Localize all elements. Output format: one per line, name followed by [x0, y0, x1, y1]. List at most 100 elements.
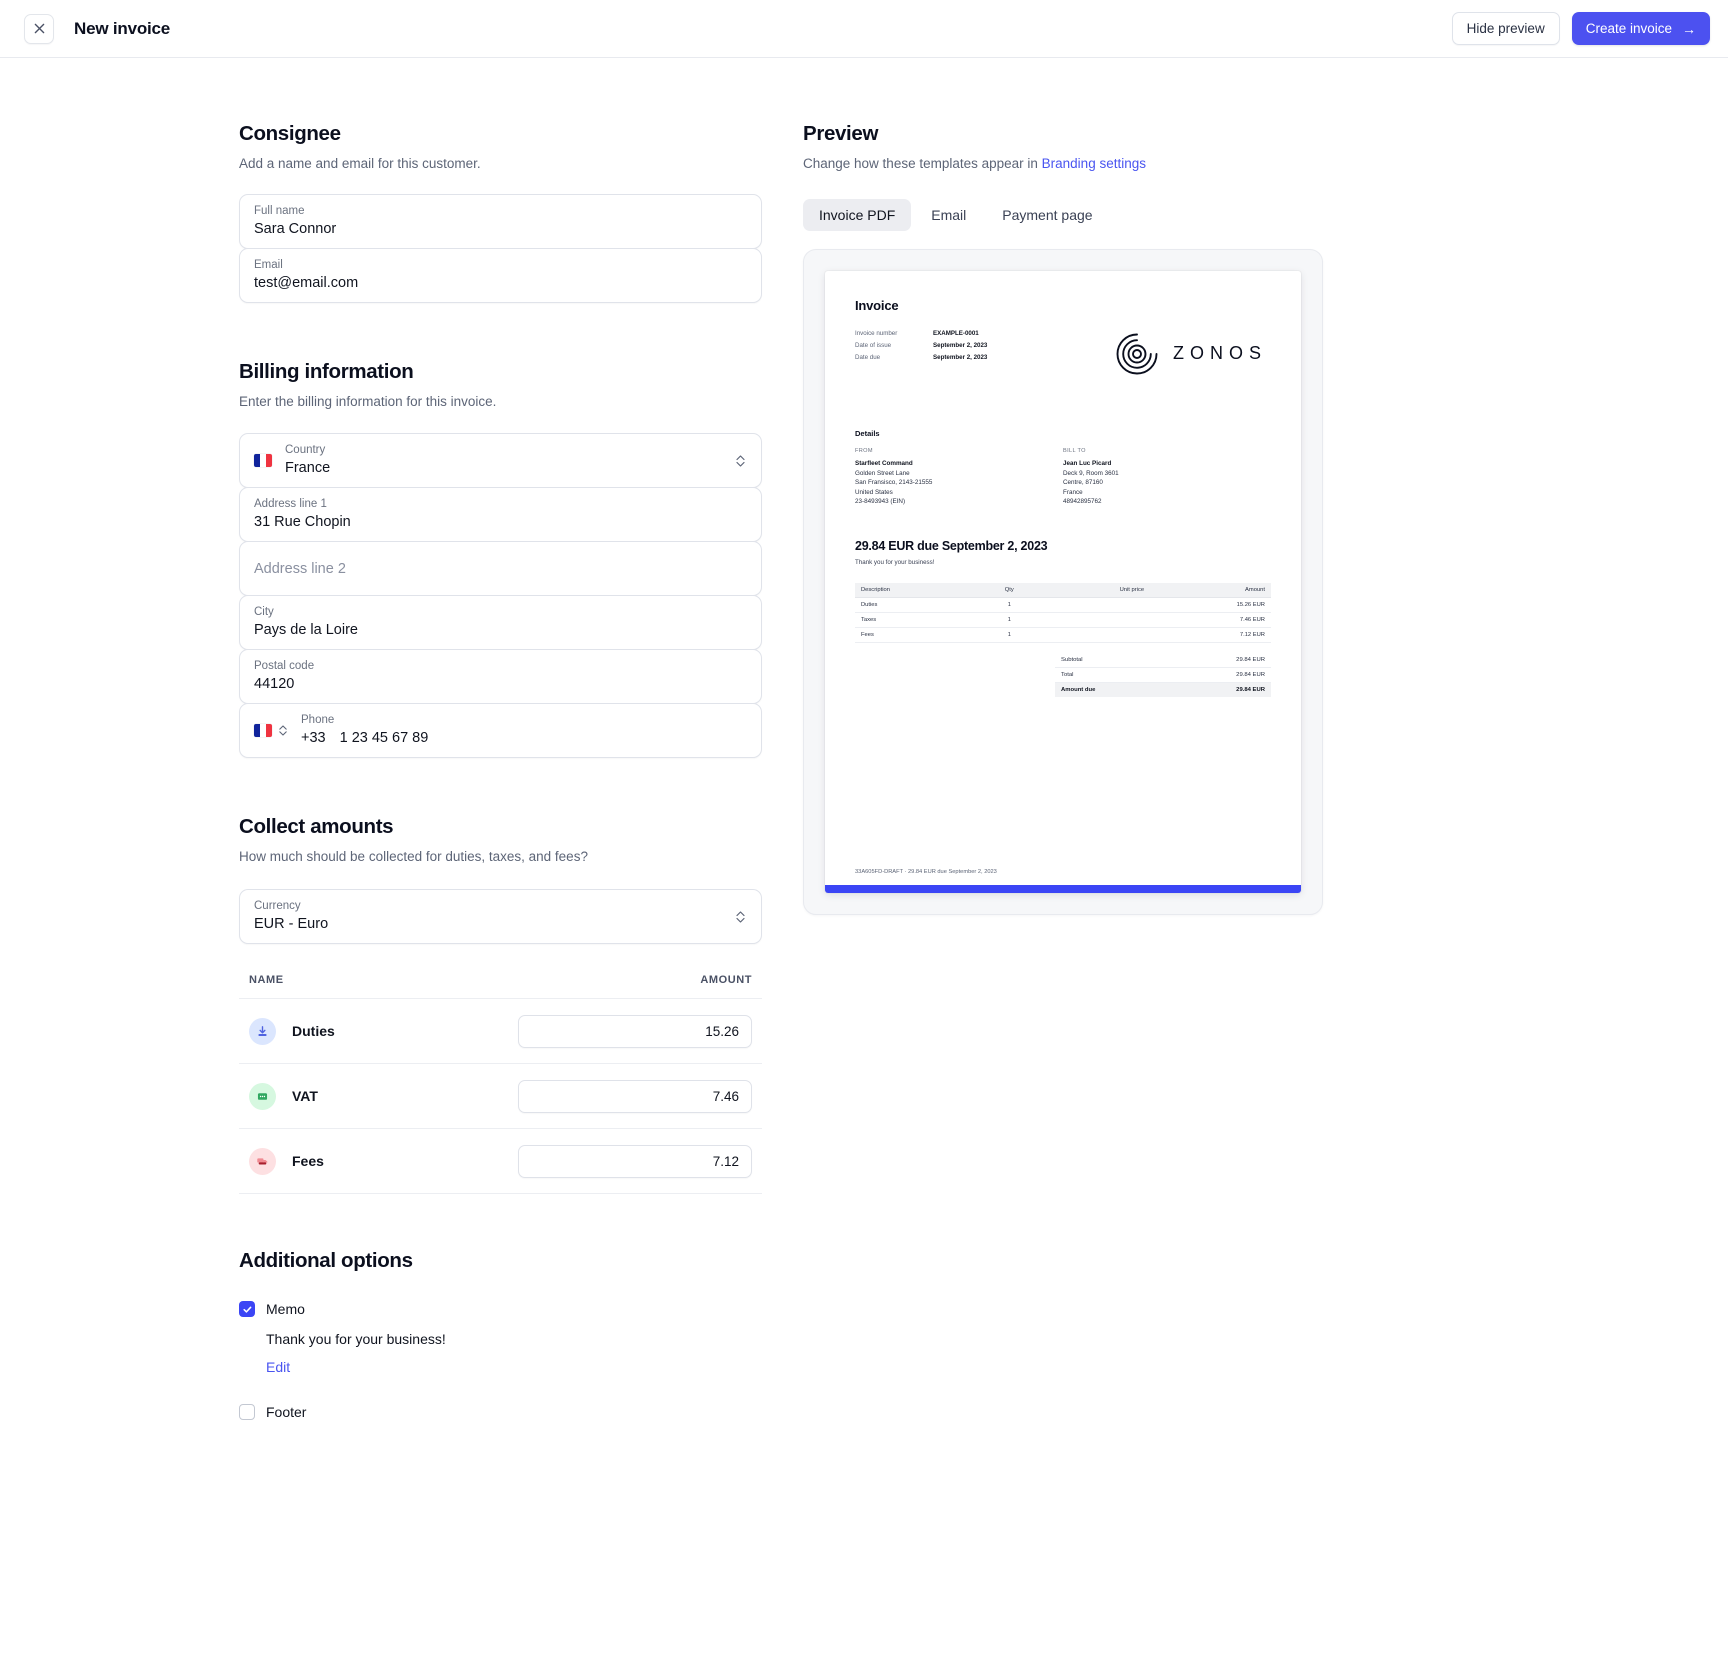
fr-flag-icon [254, 724, 272, 737]
vat-amount-value: 7.46 [712, 1088, 739, 1104]
from-line: San Fransisco, 2143-21555 [855, 479, 933, 486]
date-due-label: Date due [855, 354, 881, 361]
collect-amounts-subtitle: How much should be collected for duties,… [239, 849, 588, 864]
bill-to-header: BILL TO [1063, 448, 1086, 454]
country-select[interactable]: Country France [239, 433, 762, 488]
date-due-value: September 2, 2023 [933, 354, 988, 361]
preview-subtitle: Change how these templates appear in Bra… [803, 156, 1363, 171]
date-of-issue-label: Date of issue [855, 342, 892, 349]
invoice-heading: Invoice [855, 298, 899, 313]
preview-subtitle-text: Change how these templates appear in [803, 156, 1042, 171]
branding-settings-link[interactable]: Branding settings [1042, 156, 1146, 171]
preview-frame: Invoice Invoice number EXAMPLE-0001 Date… [803, 249, 1323, 915]
invoice-totals: Subtotal 29.84 EUR Total 29.84 EUR Amoun… [1055, 653, 1271, 697]
create-invoice-button[interactable]: Create invoice → [1571, 12, 1710, 45]
memo-option: Memo Thank you for your business! Edit [239, 1301, 762, 1377]
vat-amount-input[interactable]: 7.46 [518, 1079, 752, 1113]
col-description: Description [855, 582, 978, 598]
duties-amount-value: 15.26 [705, 1023, 739, 1039]
total-value: 29.84 EUR [1236, 671, 1265, 678]
amounts-table-header: NAME AMOUNT [239, 974, 762, 999]
fees-amount-value: 7.12 [712, 1153, 739, 1169]
cell-unit-price [1040, 612, 1151, 628]
truck-icon [249, 1147, 276, 1175]
row-name: VAT [292, 1088, 318, 1104]
preview-title: Preview [803, 122, 879, 145]
tab-invoice-pdf[interactable]: Invoice PDF [803, 199, 912, 231]
consignee-subtitle: Add a name and email for this customer. [239, 156, 481, 171]
consignee-fields: Full name Sara Connor Email test@email.c… [239, 194, 762, 303]
tab-payment-page[interactable]: Payment page [986, 199, 1108, 231]
from-header: FROM [855, 448, 873, 454]
table-row: VAT 7.46 [239, 1064, 762, 1129]
phone-field[interactable]: Phone +33 1 23 45 67 89 [239, 703, 762, 758]
table-row: Fees 7.12 [239, 1129, 762, 1194]
row-name: Fees [292, 1153, 324, 1169]
city-field[interactable]: City Pays de la Loire [239, 595, 762, 650]
preview-panel: Preview Change how these templates appea… [803, 122, 1363, 1420]
cell-amount: 7.46 EUR [1150, 612, 1271, 628]
memo-edit-link[interactable]: Edit [266, 1359, 290, 1375]
invoice-line-items-table: Description Qty Unit price Amount Duties… [855, 582, 1271, 643]
invoice-parties: FROM Starfleet Command Golden Street Lan… [855, 448, 1271, 507]
additional-options-title: Additional options [239, 1249, 413, 1272]
full-name-label: Full name [254, 205, 305, 217]
amount-due-row: Amount due 29.84 EUR [1055, 682, 1271, 697]
zonos-spiral-icon [1116, 333, 1158, 375]
footer-checkbox[interactable] [239, 1404, 255, 1420]
address-line-2-field[interactable]: Address line 2 [239, 541, 762, 596]
column-header-amount: AMOUNT [700, 974, 752, 986]
invoice-table-row: Duties 1 15.26 EUR [855, 597, 1271, 613]
memo-label: Memo [266, 1301, 305, 1317]
invoice-number-value: EXAMPLE-0001 [933, 330, 979, 337]
phone-label: Phone [301, 714, 335, 726]
memo-checkbox[interactable] [239, 1301, 255, 1317]
receipt-icon [249, 1082, 276, 1110]
currency-label: Currency [254, 900, 301, 912]
fr-flag-icon [254, 454, 272, 467]
cell-qty: 1 [977, 612, 1041, 628]
col-qty: Qty [977, 582, 1041, 598]
duties-amount-input[interactable]: 15.26 [518, 1014, 752, 1048]
page-body: Consignee Add a name and email for this … [0, 58, 1728, 1420]
email-field[interactable]: Email test@email.com [239, 248, 762, 303]
chevron-updown-icon [733, 453, 747, 469]
billing-section: Billing information Enter the billing in… [239, 360, 762, 758]
cell-amount: 7.12 EUR [1150, 627, 1271, 643]
bill-to-line: 48942895762 [1063, 498, 1102, 505]
bill-to-line: France [1063, 488, 1083, 496]
close-button[interactable] [24, 13, 54, 44]
tab-email[interactable]: Email [915, 199, 982, 231]
city-label: City [254, 606, 274, 618]
phone-prefix: +33 [301, 730, 326, 746]
billing-subtitle: Enter the billing information for this i… [239, 394, 497, 409]
address-line-1-label: Address line 1 [254, 498, 327, 510]
row-name: Duties [292, 1023, 335, 1039]
check-icon [242, 1306, 251, 1313]
from-line: Golden Street Lane [855, 469, 910, 477]
full-name-value: Sara Connor [254, 221, 337, 237]
column-header-name: NAME [249, 974, 284, 986]
arrow-right-icon: → [1682, 20, 1696, 37]
col-amount: Amount [1150, 582, 1271, 598]
invoice-details-title: Details [855, 429, 880, 438]
hide-preview-button[interactable]: Hide preview [1451, 12, 1560, 45]
address-line-1-field[interactable]: Address line 1 31 Rue Chopin [239, 487, 762, 542]
full-name-field[interactable]: Full name Sara Connor [239, 194, 762, 249]
currency-select[interactable]: Currency EUR - Euro [239, 889, 762, 944]
invoice-bill-to: BILL TO Jean Luc Picard Deck 9, Room 360… [1063, 448, 1271, 507]
cell-qty: 1 [977, 597, 1041, 613]
cell-description: Fees [855, 627, 978, 643]
page-title: New invoice [74, 18, 171, 38]
col-unit-price: Unit price [1040, 582, 1151, 598]
close-icon [34, 23, 44, 34]
top-bar: New invoice Hide preview Create invoice … [0, 0, 1728, 58]
from-line: 23-8493943 (EIN) [855, 498, 906, 505]
chevron-updown-icon [733, 909, 747, 925]
download-icon [249, 1017, 276, 1045]
fees-amount-input[interactable]: 7.12 [518, 1144, 752, 1178]
postal-code-field[interactable]: Postal code 44120 [239, 649, 762, 704]
invoice-meta-row: Date due September 2, 2023 [855, 353, 987, 362]
phone-country-chevron-icon[interactable] [278, 723, 288, 738]
cell-amount: 15.26 EUR [1150, 597, 1271, 613]
